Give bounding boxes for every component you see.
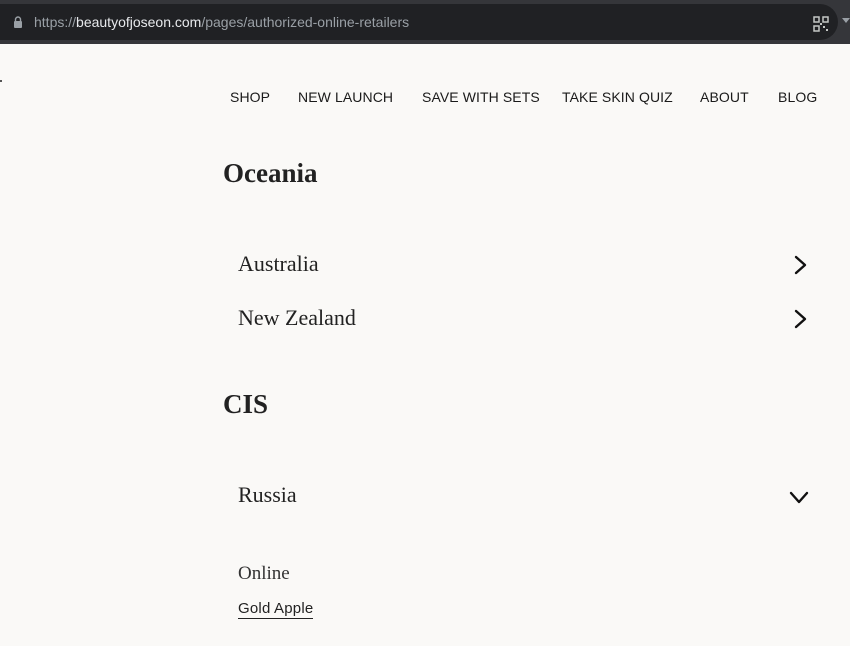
url-scheme: https:// — [34, 14, 77, 30]
nav-new-launch[interactable]: NEW LAUNCH — [298, 89, 393, 105]
qr-code-icon[interactable] — [813, 16, 829, 32]
region-heading-oceania: Oceania — [223, 158, 318, 188]
country-label-russia: Russia — [238, 482, 297, 507]
main-nav: SHOP NEW LAUNCH SAVE WITH SETS TAKE SKIN… — [0, 89, 850, 109]
section-label-online: Online — [238, 563, 290, 584]
url-path: /pages/authorized-online-retailers — [201, 14, 410, 30]
lock-icon[interactable] — [12, 16, 24, 28]
nav-take-skin-quiz[interactable]: TAKE SKIN QUIZ — [562, 89, 673, 105]
nav-blog[interactable]: BLOG — [778, 89, 817, 105]
nav-about[interactable]: ABOUT — [700, 89, 749, 105]
url-host: beautyofjoseon.com — [76, 14, 202, 30]
address-bar[interactable]: https://beautyofjoseon.com/pages/authori… — [0, 4, 838, 40]
region-heading-cis: CIS — [223, 389, 269, 419]
chevron-right-icon[interactable] — [791, 255, 811, 275]
retailer-link-gold-apple[interactable]: Gold Apple — [238, 600, 314, 619]
browser-chrome: https://beautyofjoseon.com/pages/authori… — [0, 0, 850, 44]
nav-shop[interactable]: SHOP — [230, 89, 270, 105]
nav-save-with-sets[interactable]: SAVE WITH SETS — [422, 89, 540, 105]
url-text[interactable]: https://beautyofjoseon.com/pages/authori… — [34, 14, 409, 30]
country-label-new-zealand: New Zealand — [238, 305, 356, 330]
menu-caret-icon[interactable] — [842, 18, 850, 23]
page-edge-mark — [0, 80, 2, 82]
chevron-right-icon[interactable] — [791, 309, 811, 329]
country-label-australia: Australia — [238, 251, 319, 276]
chevron-down-icon[interactable] — [789, 488, 809, 508]
